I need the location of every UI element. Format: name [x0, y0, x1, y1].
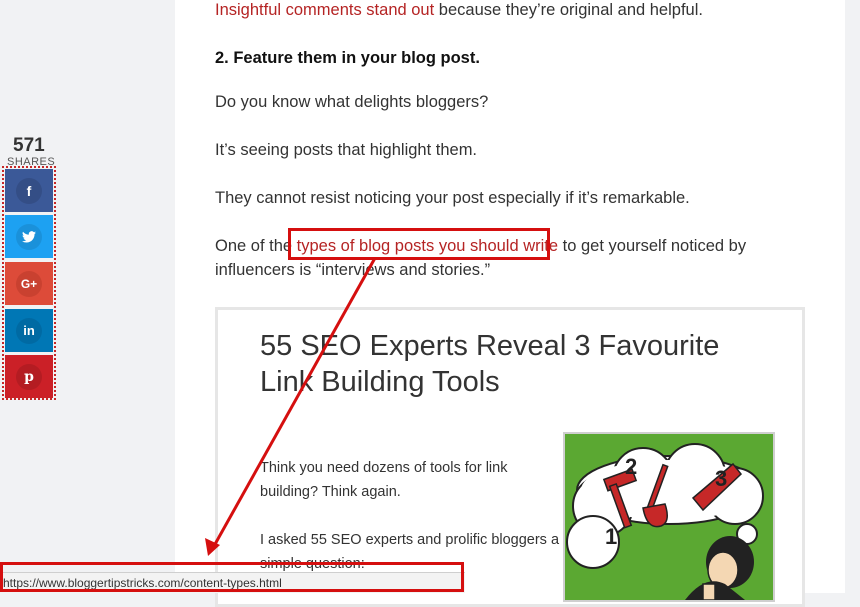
twitter-share-button[interactable] [5, 215, 53, 258]
link-building-tools-image: 1 2 3 [563, 432, 775, 602]
card-text-line2: building? Think again. [260, 484, 401, 500]
status-bar-annotation-box [0, 562, 464, 592]
linkedin-share-button[interactable]: in [5, 309, 53, 352]
card-text-line1: Think you need dozens of tools for link [260, 460, 508, 476]
facebook-icon: f [16, 177, 42, 204]
insightful-comments-link[interactable]: Insightful comments stand out [215, 1, 434, 19]
twitter-icon [16, 223, 42, 250]
paragraph-delights: Do you know what delights bloggers? [215, 93, 489, 111]
image-number-1: 1 [605, 524, 617, 549]
google-plus-icon: G+ [16, 270, 42, 297]
card-text-line3: I asked 55 SEO experts and prolific blog… [260, 532, 560, 548]
link-annotation-box [288, 228, 550, 260]
paragraph-types-after: to get yourself noticed by [558, 237, 747, 255]
paragraph-types-line2: influencers is “interviews and stories.” [215, 261, 491, 279]
article-content: Insightful comments stand out because th… [175, 0, 845, 607]
paragraph-remarkable: They cannot resist noticing your post es… [215, 189, 690, 207]
thinking-person-icon [685, 536, 754, 600]
comments-paragraph: Insightful comments stand out because th… [215, 0, 703, 22]
card-title[interactable]: 55 SEO Experts Reveal 3 Favourite Link B… [260, 328, 760, 400]
section-heading: 2. Feature them in your blog post. [215, 49, 480, 67]
google-plus-share-button[interactable]: G+ [5, 262, 53, 305]
comments-paragraph-text: because they’re original and helpful. [434, 1, 703, 19]
paragraph-highlight: It’s seeing posts that highlight them. [215, 141, 478, 159]
linkedin-icon: in [16, 317, 42, 344]
pinterest-icon: p [16, 363, 42, 390]
pinterest-share-button[interactable]: p [5, 355, 53, 398]
paragraph-types-before: One of the [215, 237, 293, 255]
image-number-2: 2 [625, 454, 637, 479]
image-number-3: 3 [715, 466, 727, 491]
share-count: 571 [13, 135, 45, 156]
facebook-share-button[interactable]: f [5, 169, 53, 212]
